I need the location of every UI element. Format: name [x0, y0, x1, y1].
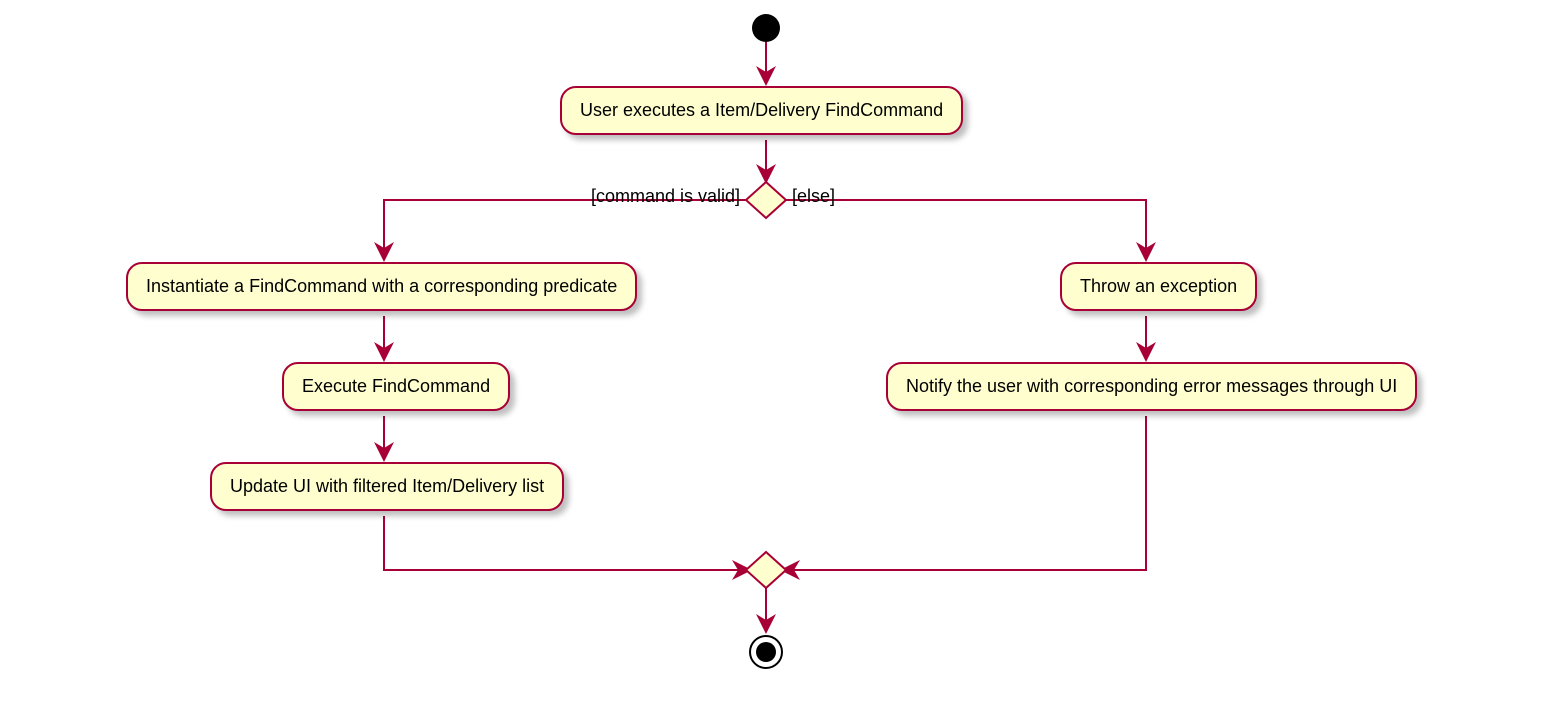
activity-text: Instantiate a FindCommand with a corresp…: [146, 276, 617, 296]
activity-execute: Execute FindCommand: [282, 362, 510, 411]
activity-text: Execute FindCommand: [302, 376, 490, 396]
decision-node: [746, 182, 786, 218]
activity-text: Update UI with filtered Item/Delivery li…: [230, 476, 544, 496]
edge: [384, 200, 746, 258]
merge-node: [746, 552, 786, 588]
activity-update-ui: Update UI with filtered Item/Delivery li…: [210, 462, 564, 511]
initial-node: [752, 14, 780, 42]
guard-label-else: [else]: [792, 186, 835, 207]
activity-notify: Notify the user with corresponding error…: [886, 362, 1417, 411]
edge: [384, 516, 748, 570]
activity-text: User executes a Item/Delivery FindComman…: [580, 100, 943, 120]
edge: [784, 416, 1146, 570]
activity-instantiate: Instantiate a FindCommand with a corresp…: [126, 262, 637, 311]
edge: [786, 200, 1146, 258]
guard-label-valid: [command is valid]: [570, 186, 740, 207]
activity-text: Throw an exception: [1080, 276, 1237, 296]
activity-user-executes: User executes a Item/Delivery FindComman…: [560, 86, 963, 135]
activity-text: Notify the user with corresponding error…: [906, 376, 1397, 396]
final-node-inner: [756, 642, 776, 662]
activity-throw: Throw an exception: [1060, 262, 1257, 311]
